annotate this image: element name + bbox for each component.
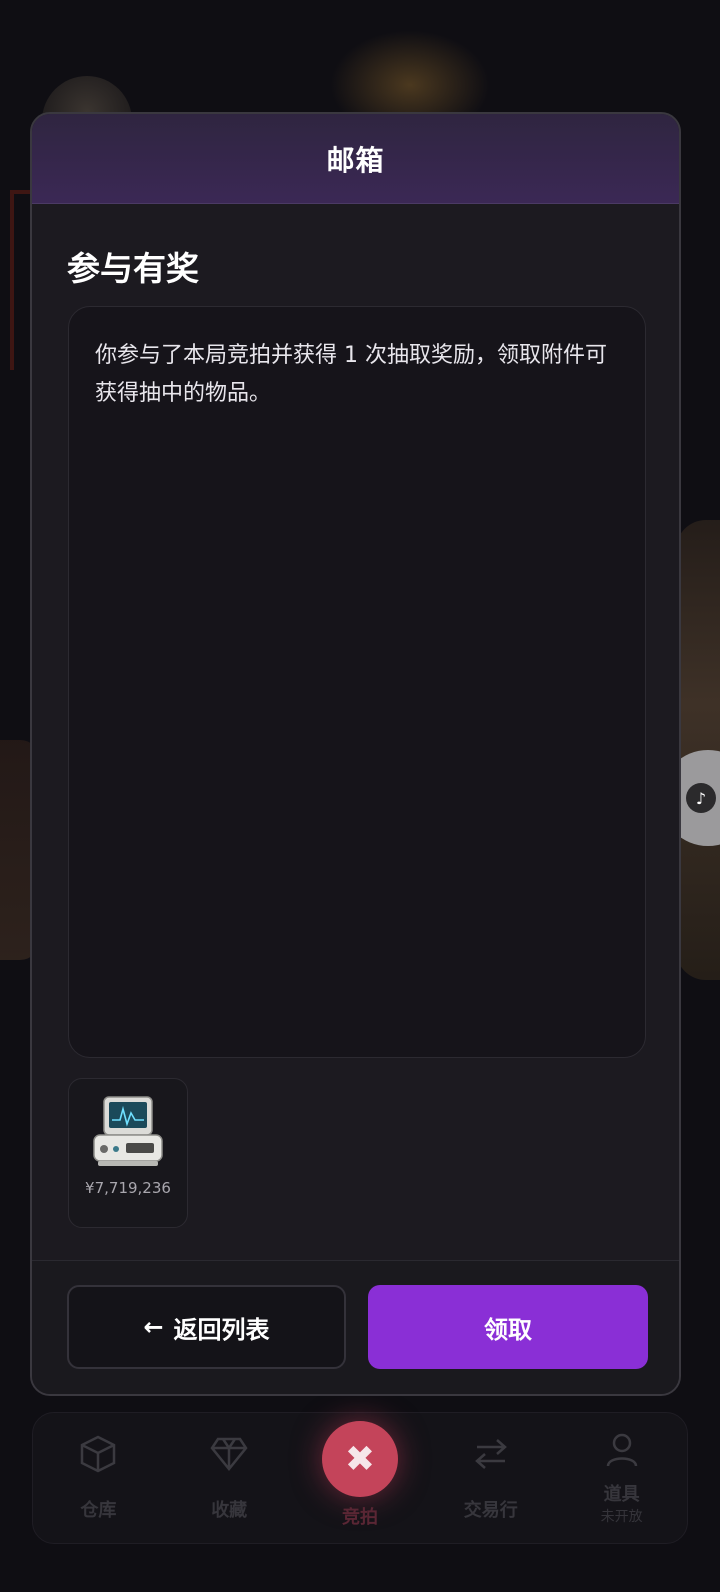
nav-item-warehouse[interactable]: 仓库 xyxy=(43,1434,153,1522)
back-to-list-button[interactable]: ← 返回列表 xyxy=(67,1285,346,1369)
music-note-icon: ♪ xyxy=(686,783,716,813)
nav-sublabel-props: 未开放 xyxy=(600,1509,643,1525)
diamond-icon xyxy=(210,1434,248,1474)
bottom-nav: 仓库 收藏 ✖ 竞拍 交易行 道具 未开放 xyxy=(32,1412,688,1544)
nav-item-props[interactable]: 道具 未开放 xyxy=(567,1430,677,1526)
swap-arrows-icon xyxy=(473,1434,509,1474)
mail-title: 参与有奖 xyxy=(67,249,199,288)
box-icon xyxy=(80,1434,116,1474)
mail-body: 你参与了本局竞拍并获得 1 次抽取奖励，领取附件可获得抽中的物品。 xyxy=(68,306,646,1058)
modal-title: 邮箱 xyxy=(326,143,385,177)
nav-label-collection: 收藏 xyxy=(211,1500,248,1521)
nav-label-auction: 竞拍 xyxy=(341,1507,378,1528)
nav-item-collection[interactable]: 收藏 xyxy=(174,1434,284,1522)
mail-body-text: 你参与了本局竞拍并获得 1 次抽取奖励，领取附件可获得抽中的物品。 xyxy=(95,343,607,406)
nav-label-trade: 交易行 xyxy=(463,1500,518,1521)
claim-button[interactable]: 领取 xyxy=(368,1285,648,1369)
close-icon[interactable]: ✖ xyxy=(321,1421,398,1497)
attachment-item[interactable]: ¥7,719,236 xyxy=(68,1078,188,1228)
attachment-price: ¥7,719,236 xyxy=(85,1179,171,1197)
arrow-left-icon: ← xyxy=(143,1313,164,1341)
back-to-list-label: 返回列表 xyxy=(173,1315,270,1344)
nav-label-props: 道具 xyxy=(603,1484,640,1505)
modal-header: 邮箱 xyxy=(32,114,679,204)
claim-label: 领取 xyxy=(484,1315,532,1344)
screen: ♪ 仓库 收藏 ✖ 竞拍 交易行 道具 未开放 邮箱 参与有奖 你参与了本局竞拍… xyxy=(0,0,720,1592)
medical-monitor-icon xyxy=(88,1093,168,1173)
user-icon xyxy=(605,1430,639,1470)
nav-item-trade[interactable]: 交易行 xyxy=(436,1434,546,1522)
modal-footer: ← 返回列表 领取 xyxy=(32,1260,679,1394)
nav-item-auction[interactable]: ✖ 竞拍 xyxy=(305,1421,415,1529)
mailbox-modal: 邮箱 参与有奖 你参与了本局竞拍并获得 1 次抽取奖励，领取附件可获得抽中的物品… xyxy=(30,112,681,1396)
nav-label-warehouse: 仓库 xyxy=(80,1500,117,1521)
